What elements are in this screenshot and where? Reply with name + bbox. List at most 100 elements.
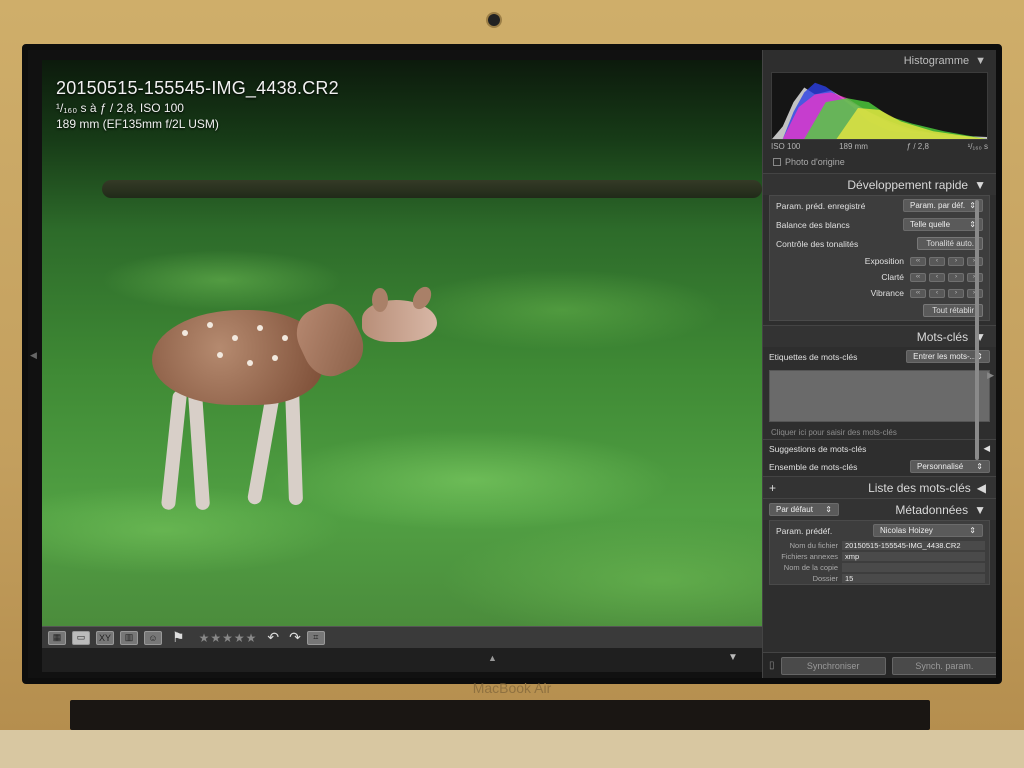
fern-background bbox=[42, 60, 762, 626]
keyword-suggestions-row[interactable]: Suggestions de mots-clés ◀ bbox=[763, 439, 996, 457]
laptop-base bbox=[0, 730, 1024, 768]
keyword-tags-label: Etiquettes de mots-clés bbox=[769, 351, 858, 362]
add-keyword-button[interactable]: + bbox=[769, 481, 776, 495]
photo-filename: 20150515-155545-IMG_4438.CR2 bbox=[56, 78, 339, 98]
white-balance-value: Telle quelle bbox=[910, 220, 951, 229]
flag-icon[interactable]: ⚑ bbox=[172, 629, 185, 646]
clarity-steppers[interactable]: ‹‹‹››› bbox=[910, 272, 983, 282]
deer-spot bbox=[247, 360, 253, 366]
folder-label: Dossier bbox=[812, 574, 838, 583]
sync-toggle-icon[interactable]: ▯ bbox=[769, 660, 775, 671]
sidecar-value: xmp bbox=[842, 552, 985, 561]
webcam bbox=[488, 14, 500, 26]
grid-icon[interactable]: ▦ bbox=[48, 630, 66, 645]
filename-value[interactable]: 20150515-155545-IMG_4438.CR2 bbox=[842, 541, 985, 550]
folder-value[interactable]: 15 bbox=[842, 574, 985, 583]
device-brand: MacBook Air bbox=[472, 680, 552, 696]
keyword-set-select[interactable]: Personnalisé ⇕ bbox=[910, 460, 990, 473]
clarity-label: Clarté bbox=[881, 272, 904, 282]
metadata-preset-row: Param. prédéf. Nicolas Hoizey ⇕ bbox=[770, 521, 989, 540]
metadata-body: Param. prédéf. Nicolas Hoizey ⇕ Nom du fi… bbox=[769, 520, 990, 585]
metadata-view-select[interactable]: Par défaut ⇕ bbox=[769, 503, 839, 516]
sync-button[interactable]: Synchroniser bbox=[780, 656, 886, 675]
rating-stars[interactable]: ★★★★★ bbox=[199, 631, 258, 645]
quick-develop-title: Développement rapide bbox=[847, 177, 969, 192]
photo-lens: 189 mm (EF135mm f/2L USM) bbox=[56, 117, 219, 131]
keyword-set-row: Ensemble de mots-clés Personnalisé ⇕ bbox=[763, 457, 996, 476]
histogram-title: Histogramme bbox=[903, 55, 970, 67]
deer-spot bbox=[182, 330, 188, 336]
filename-label: Nom du fichier bbox=[789, 541, 838, 550]
crop-icon[interactable]: ⌗ bbox=[306, 630, 325, 645]
histogram-iso: ISO 100 bbox=[771, 142, 801, 151]
toolbar-menu-arrow-icon[interactable]: ▼ bbox=[728, 652, 738, 663]
vibrance-steppers[interactable]: ‹‹‹››› bbox=[910, 288, 983, 298]
filmstrip-toggle-icon[interactable]: ▲ bbox=[488, 653, 497, 663]
histogram-chart[interactable] bbox=[771, 72, 988, 140]
keyword-hint[interactable]: Cliquer ici pour saisir des mots-clés bbox=[763, 426, 996, 439]
expand-arrow-icon: ◀ bbox=[976, 480, 986, 495]
histogram-graph bbox=[772, 82, 987, 139]
panel-scrollbar[interactable] bbox=[975, 200, 979, 460]
updown-icon: ⇕ bbox=[825, 505, 832, 514]
laptop-hinge bbox=[70, 700, 930, 730]
collapse-arrow-icon: ▼ bbox=[975, 55, 986, 67]
filmstrip-bar bbox=[42, 648, 762, 672]
sidecar-label: Fichiers annexes bbox=[781, 552, 838, 561]
updown-icon: ⇕ bbox=[976, 462, 983, 471]
keywords-header[interactable]: Mots-clés ▼ bbox=[763, 325, 996, 347]
photo-exposure: ¹/₁₆₀ s à ƒ / 2,8, ISO 100 bbox=[56, 101, 184, 115]
sync-settings-button[interactable]: Synch. param. bbox=[891, 656, 996, 675]
right-panel-toggle-icon[interactable]: ▶ bbox=[987, 370, 994, 381]
exposure-label: Exposition bbox=[864, 256, 904, 266]
metadata-folder-row: Dossier 15 bbox=[770, 573, 989, 584]
histogram-header[interactable]: Histogramme ▼ bbox=[763, 50, 996, 72]
deer-body bbox=[152, 310, 322, 405]
histogram-focal: 189 mm bbox=[839, 142, 868, 151]
copyname-value[interactable] bbox=[842, 563, 985, 572]
quick-develop-body: Param. préd. enregistré Param. par déf. ⇕… bbox=[769, 195, 990, 321]
deer-spot bbox=[282, 335, 288, 341]
loupe-icon[interactable]: ▭ bbox=[72, 630, 90, 645]
vibrance-label: Vibrance bbox=[870, 288, 904, 298]
keyword-set-label: Ensemble de mots-clés bbox=[769, 461, 858, 472]
reset-row: Tout rétablir bbox=[770, 301, 989, 320]
histogram-aperture: ƒ / 2,8 bbox=[906, 142, 929, 151]
metadata-preset-select[interactable]: Nicolas Hoizey ⇕ bbox=[873, 524, 983, 537]
survey-icon[interactable]: ▥ bbox=[120, 630, 138, 645]
saved-preset-value: Param. par déf. bbox=[910, 201, 966, 210]
updown-icon: ⇕ bbox=[969, 526, 976, 535]
exposure-row: Exposition ‹‹‹››› bbox=[770, 253, 989, 269]
metadata-filename-row: Nom du fichier 20150515-155545-IMG_4438.… bbox=[770, 540, 989, 551]
deer-ear bbox=[372, 288, 388, 312]
fallen-log bbox=[102, 180, 762, 198]
collapse-arrow-icon: ▼ bbox=[974, 177, 986, 192]
metadata-title: Métadonnées bbox=[895, 502, 969, 517]
photo-preview[interactable]: 20150515-155545-IMG_4438.CR2 ¹/₁₆₀ s à ƒ… bbox=[42, 60, 762, 626]
metadata-preset-value: Nicolas Hoizey bbox=[880, 526, 933, 535]
compare-icon[interactable]: XY bbox=[96, 630, 114, 645]
keyword-input-area[interactable] bbox=[769, 370, 990, 422]
keyword-set-value: Personnalisé bbox=[917, 462, 964, 471]
exposure-steppers[interactable]: ‹‹‹››› bbox=[910, 256, 983, 266]
keyword-list-header[interactable]: + Liste des mots-clés ◀ bbox=[763, 476, 996, 498]
quick-develop-header[interactable]: Développement rapide ▼ bbox=[763, 173, 996, 195]
collapse-arrow-icon: ▼ bbox=[974, 502, 986, 517]
sync-bar: ▯ Synchroniser Synch. param. bbox=[763, 652, 996, 678]
white-balance-row: Balance des blancs Telle quelle ⇕ bbox=[770, 215, 989, 234]
rotate-left-icon[interactable]: ↶ bbox=[267, 629, 279, 646]
white-balance-select[interactable]: Telle quelle ⇕ bbox=[903, 218, 983, 231]
rotate-right-icon[interactable]: ↷ bbox=[289, 629, 301, 646]
original-photo-checkbox[interactable] bbox=[773, 158, 781, 166]
histogram-shutter: ¹/₁₆₀ s bbox=[967, 142, 988, 151]
metadata-preset-label: Param. prédéf. bbox=[776, 525, 833, 536]
clarity-row: Clarté ‹‹‹››› bbox=[770, 269, 989, 285]
left-panel-toggle-icon[interactable]: ◀ bbox=[30, 350, 37, 361]
saved-preset-select[interactable]: Param. par déf. ⇕ bbox=[903, 199, 983, 212]
original-photo-toggle[interactable]: Photo d'origine bbox=[773, 157, 986, 167]
people-icon[interactable]: ☺ bbox=[144, 630, 162, 645]
metadata-header[interactable]: Par défaut ⇕ Métadonnées ▼ bbox=[763, 498, 996, 520]
deer-spot bbox=[207, 322, 213, 328]
view-toolbar: ▦ ▭ XY ▥ ☺ ⚑ ★★★★★ ↶ ↷ ⌗ bbox=[42, 626, 762, 648]
auto-tone-button[interactable]: Tonalité auto. bbox=[917, 237, 983, 250]
